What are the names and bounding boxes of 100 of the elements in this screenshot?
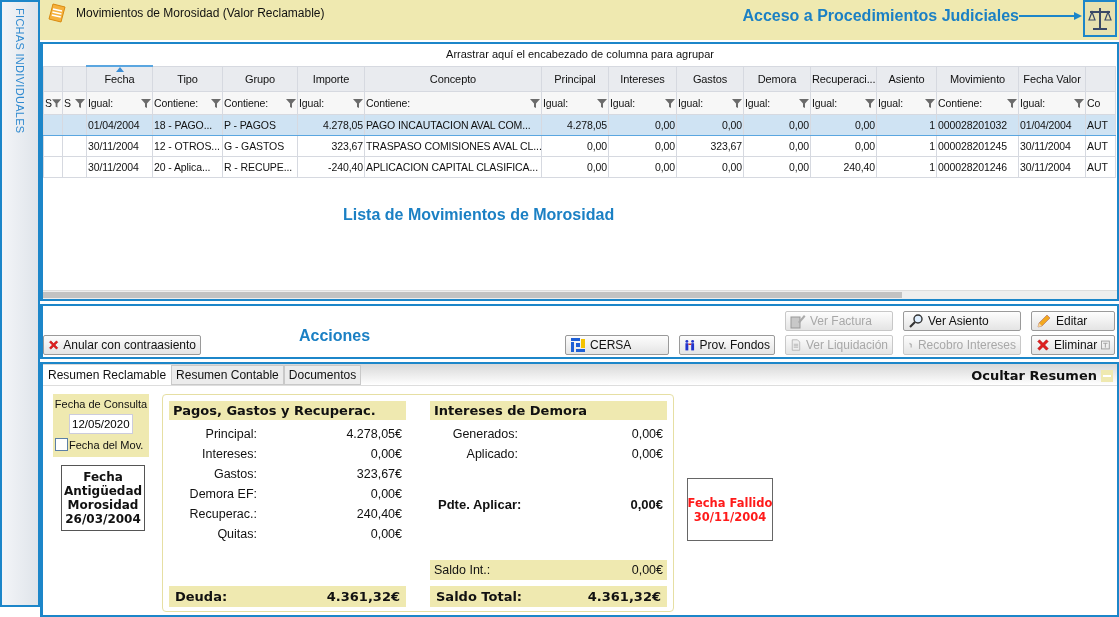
table-cell: 323,67	[710, 140, 742, 152]
column-header[interactable]: Concepto	[429, 72, 477, 85]
filter-icon[interactable]	[1007, 98, 1017, 108]
filter-icon[interactable]	[286, 98, 296, 108]
table-cell: 0,00	[854, 140, 875, 152]
document-icon	[790, 337, 802, 353]
filter-field[interactable]: Igual:	[543, 97, 569, 109]
minimize-icon	[1101, 369, 1113, 382]
checkbox-label: Fecha del Mov.	[69, 438, 144, 451]
info-date: 30/11/2004	[693, 509, 767, 524]
blocks-icon	[570, 337, 586, 353]
tab[interactable]: Resumen Contable	[171, 365, 284, 385]
table-cell: 12 - OTROS...	[154, 140, 220, 152]
amount-row-text: Principal: 4.278,05€	[204, 426, 403, 443]
filter-field[interactable]: Igual:	[745, 97, 771, 109]
filter-field[interactable]: S	[64, 97, 71, 109]
filter-icon[interactable]	[211, 98, 221, 108]
filter-field[interactable]: Igual:	[678, 97, 704, 109]
people-icon	[684, 337, 696, 353]
filter-field[interactable]: Igual:	[88, 97, 114, 109]
table-cell: 1	[929, 140, 935, 152]
table-cell: 0,00	[854, 119, 875, 131]
table-cell: 30/11/2004	[88, 140, 139, 152]
table-cell: TRASPASO COMISIONES AVAL CL...	[366, 140, 541, 152]
filter-icon[interactable]	[597, 98, 607, 108]
table-cell: 01/04/2004	[1020, 119, 1072, 131]
table-cell: PAGO INCAUTACION AVAL COM...	[366, 119, 531, 131]
section-heading: Pagos, Gastos y Recuperac.	[169, 401, 406, 420]
filter-icon[interactable]	[665, 98, 675, 108]
tab[interactable]: Resumen Reclamable	[43, 365, 172, 385]
total-row: Deuda: 4.361,32€	[169, 586, 406, 607]
balance-row: Saldo Int.: 0,00€	[430, 560, 667, 580]
filter-field[interactable]: Igual:	[610, 97, 636, 109]
table-cell: AUT	[1087, 140, 1108, 152]
action-button[interactable]: Eliminar	[1031, 335, 1115, 355]
table-cell: 323,67	[331, 140, 363, 152]
table-row[interactable]: 01/04/2004 18 - PAGO... P - PAGOS 4.278,05 PAGO INCAUTACION AVAL COM... 4.278,05 0,00 0,00 0,00 0,00 1 000028201032 01/04/2004 AUT	[43, 114, 1116, 136]
search-icon	[908, 313, 924, 329]
table-cell: 0,00	[788, 119, 809, 131]
sort-arrow-icon	[115, 67, 124, 72]
table-cell: AUT	[1087, 119, 1108, 131]
table-cell: 1	[929, 161, 935, 173]
document-pencil-icon	[790, 313, 806, 329]
filter-field[interactable]: Igual:	[1020, 97, 1046, 109]
amount-row-text: Generados: 0,00€	[451, 426, 664, 443]
filter-field[interactable]: Contiene:	[366, 97, 411, 109]
table-row[interactable]: 30/11/2004 20 - Aplica... R - RECUPE... -240,40 APLICACION CAPITAL CLASIFICA... 0,00 0,00 0,00 0,00 240,40 1 000028201246 30/11/2004 AUT	[43, 156, 1116, 178]
filter-field[interactable]: Igual:	[299, 97, 325, 109]
table-cell: AUT	[1087, 161, 1108, 173]
table-cell: 0,00	[788, 161, 809, 173]
table-cell: 30/11/2004	[1020, 140, 1071, 152]
filter-icon[interactable]	[865, 98, 875, 108]
window-title: Movimientos de Morosidad (Valor Reclamable)	[76, 6, 325, 20]
filter-icon[interactable]	[141, 98, 151, 108]
filter-field[interactable]: Igual:	[812, 97, 838, 109]
table-cell: 0,00	[788, 140, 809, 152]
amount-row-text: Quitas: 0,00€	[216, 526, 403, 543]
action-button[interactable]: Prov. Fondos	[679, 335, 775, 355]
table-cell: 4.278,05	[566, 119, 607, 131]
scrollbar[interactable]	[43, 290, 1117, 299]
annotation-label: Acceso a Procedimientos Judiciales	[742, 7, 1019, 25]
tab[interactable]: Documentos	[283, 365, 362, 385]
filter-field[interactable]: S	[45, 97, 52, 109]
table-cell: 000028201245	[938, 140, 1007, 152]
amount-row-text: Pdte. Aplicar: 0,00€	[437, 495, 664, 514]
checkbox[interactable]	[55, 438, 68, 451]
table-cell: -240,40	[328, 161, 363, 173]
table-cell: 0,00	[586, 161, 607, 173]
table-cell: 0,00	[654, 161, 675, 173]
action-button[interactable]: Ver Asiento	[903, 311, 1021, 331]
table-cell: 000028201246	[938, 161, 1007, 173]
action-button[interactable]: Editar	[1031, 311, 1115, 331]
date-field[interactable]: 12/05/2020	[69, 414, 133, 434]
hide-summary-button[interactable]: Ocultar Resumen	[967, 368, 1117, 385]
filter-icon[interactable]	[353, 98, 363, 108]
filter-icon[interactable]	[530, 98, 540, 108]
annotation-label: Acciones	[299, 327, 372, 345]
table-cell: APLICACION CAPITAL CLASIFICA...	[366, 161, 538, 173]
info-date: 26/03/2004	[64, 512, 142, 526]
annotation-label: Lista de Movimientos de Morosidad	[343, 206, 615, 224]
amount-row-text: Recuperac.: 240,40€	[188, 506, 403, 523]
table-cell: 20 - Aplica...	[154, 161, 211, 173]
cross-icon	[1036, 337, 1050, 353]
action-button[interactable]: CERSA	[565, 335, 669, 355]
total-row: Saldo Total: 4.361,32€	[430, 586, 667, 607]
table-cell: 0,00	[586, 140, 607, 152]
judicial-button[interactable]	[1083, 0, 1117, 37]
column-header[interactable]: Tipo	[177, 72, 198, 85]
table-row[interactable]: 30/11/2004 12 - OTROS... G - GASTOS 323,67 TRASPASO COMISIONES AVAL CL... 0,00 0,00 323,67 0,00 0,00 1 000028201245 30/11/2004 AUT	[43, 135, 1116, 157]
filter-icon[interactable]	[732, 98, 742, 108]
filter-icon[interactable]	[51, 98, 61, 108]
filter-icon[interactable]	[1074, 98, 1084, 108]
table-cell: 240,40	[843, 161, 875, 173]
filter-icon[interactable]	[75, 98, 85, 108]
action-button[interactable]: Anular con contraasiento	[43, 335, 201, 355]
group-hint: Arrastrar aquí el encabezado de columna para agrupar	[446, 48, 714, 60]
filter-icon[interactable]	[925, 98, 935, 108]
table-cell: G - GASTOS	[224, 140, 285, 152]
filter-icon[interactable]	[799, 98, 809, 108]
field-label: Fecha de Consulta	[54, 398, 148, 410]
